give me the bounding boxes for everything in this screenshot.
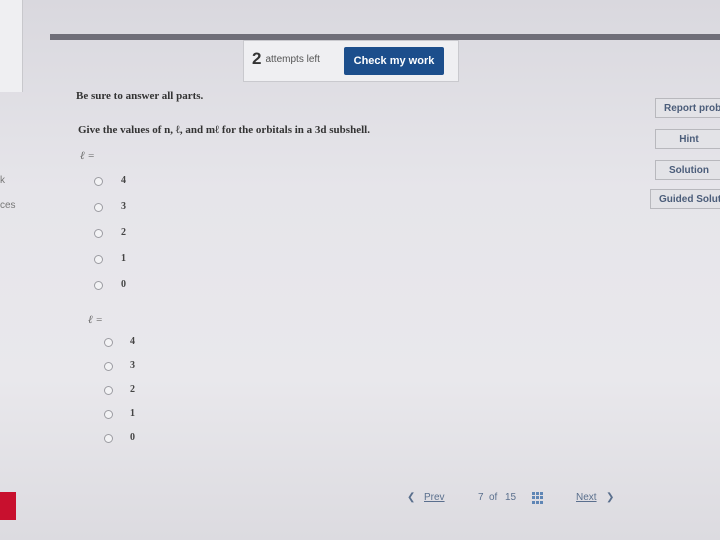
n-option-label: 2	[121, 227, 126, 238]
n-option-label: 3	[121, 201, 126, 212]
prev-arrow-icon[interactable]: ❮	[407, 492, 415, 503]
prev-link[interactable]: Prev	[424, 492, 445, 503]
l-option-label: 2	[130, 384, 135, 395]
page-of: of	[489, 492, 498, 503]
n-radio-2[interactable]	[94, 229, 103, 238]
page-current: 7	[478, 492, 484, 503]
n-option-label: 4	[121, 175, 126, 186]
next-link[interactable]: Next	[576, 492, 597, 503]
attempt-control-box: 2 attempts left Check my work	[243, 40, 459, 82]
l-radio-4[interactable]	[104, 434, 113, 443]
question-grid-icon[interactable]	[532, 492, 544, 504]
l-radio-1[interactable]	[104, 362, 113, 371]
l-radio-0[interactable]	[104, 338, 113, 347]
n-option-label: 0	[121, 279, 126, 290]
question-prompt: Give the values of n, ℓ, and mℓ for the …	[78, 124, 370, 136]
guided-solution-button[interactable]: Guided Soluti	[650, 189, 720, 209]
l-label: ℓ =	[88, 314, 103, 326]
instruction-text: Be sure to answer all parts.	[76, 90, 204, 102]
l-option-label: 0	[130, 432, 135, 443]
report-problem-button[interactable]: Report prob	[655, 98, 720, 118]
check-my-work-button[interactable]: Check my work	[344, 47, 444, 75]
hint-button[interactable]: Hint	[655, 129, 720, 149]
solution-button[interactable]: Solution	[655, 160, 720, 180]
next-arrow-icon[interactable]: ❯	[606, 492, 614, 503]
n-option-label: 1	[121, 253, 126, 264]
n-radio-0[interactable]	[94, 177, 103, 186]
l-option-label: 1	[130, 408, 135, 419]
sidebar-item-2[interactable]: ces	[0, 200, 16, 211]
n-label: ℓ =	[80, 150, 95, 162]
n-radio-4[interactable]	[94, 281, 103, 290]
l-radio-2[interactable]	[104, 386, 113, 395]
attempts-indicator: 2 attempts left	[252, 49, 320, 69]
l-option-label: 4	[130, 336, 135, 347]
publisher-logo	[0, 492, 16, 520]
left-panel	[0, 0, 23, 92]
n-radio-3[interactable]	[94, 255, 103, 264]
l-radio-3[interactable]	[104, 410, 113, 419]
page-total: 15	[505, 492, 517, 503]
attempts-count: 2	[252, 49, 262, 68]
attempts-label: attempts left	[265, 53, 320, 65]
l-option-label: 3	[130, 360, 135, 371]
sidebar-item-1[interactable]: k	[0, 175, 5, 186]
n-radio-1[interactable]	[94, 203, 103, 212]
